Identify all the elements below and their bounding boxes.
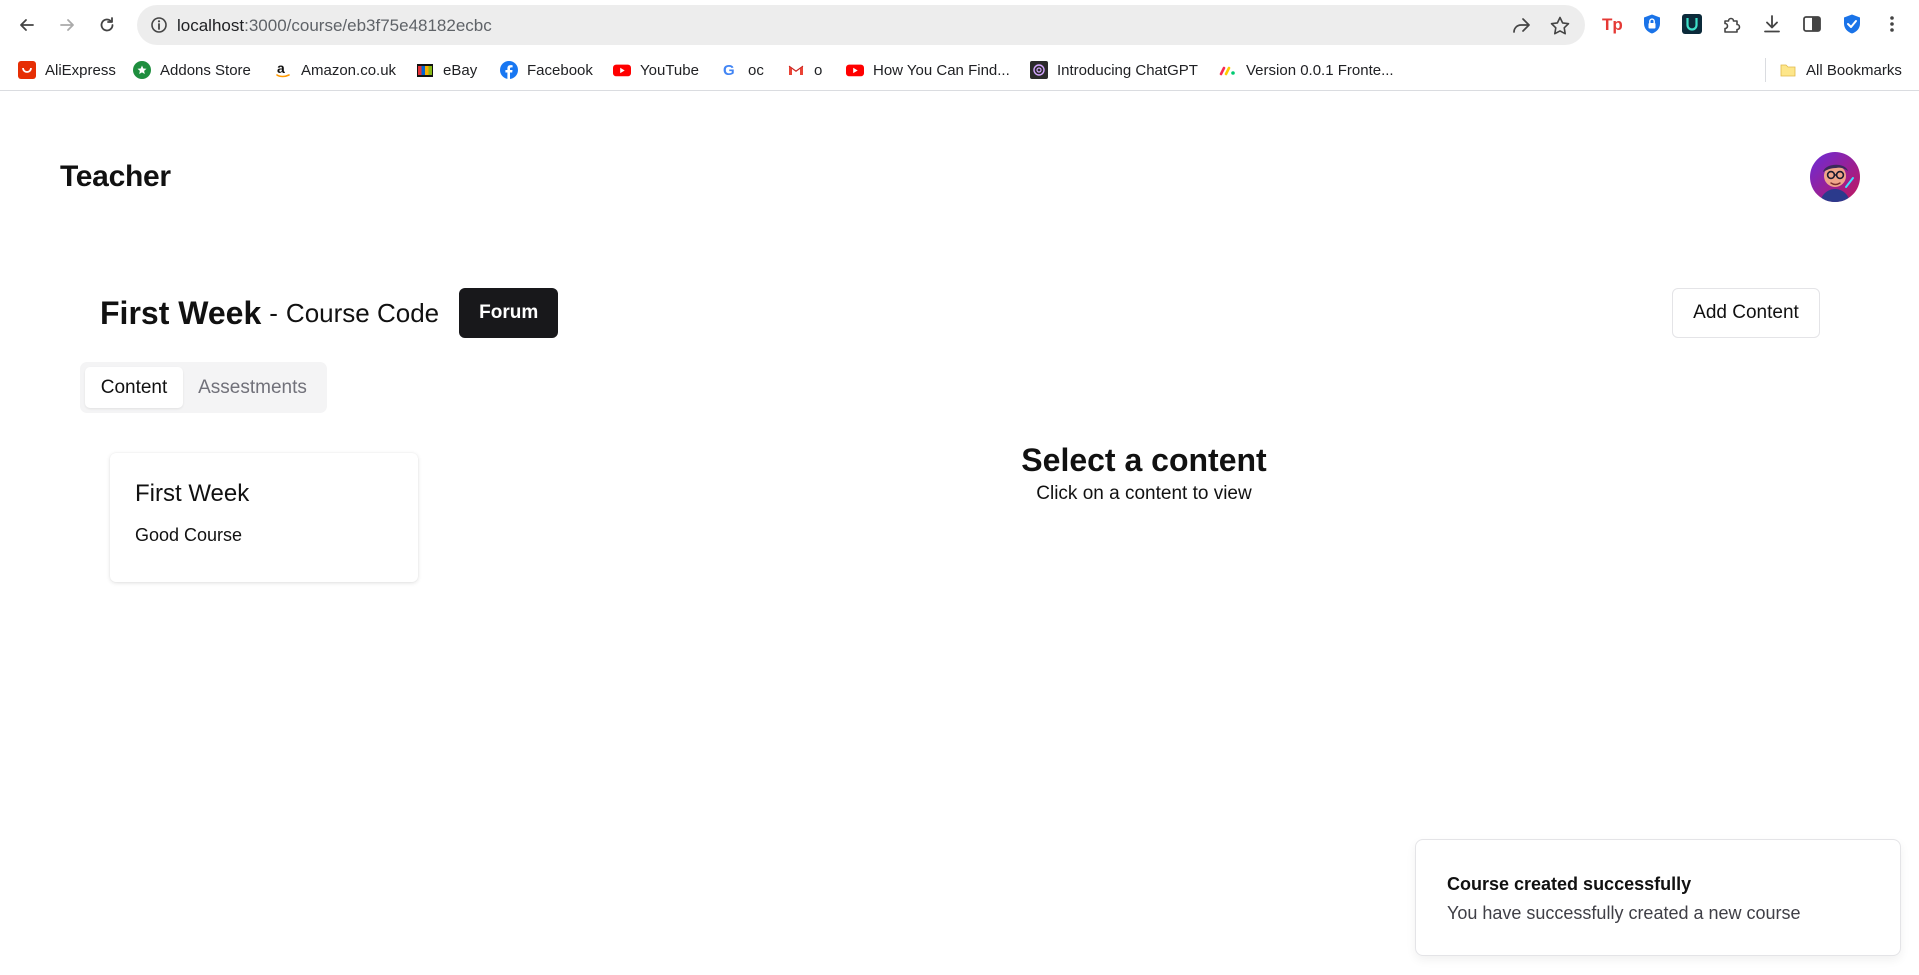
extension-shield-check-icon[interactable] xyxy=(1840,12,1864,36)
extension-tp-icon[interactable]: Tp xyxy=(1601,12,1625,36)
back-button[interactable] xyxy=(14,12,40,38)
bookmarks-bar: AliExpress Addons Store a Amazon.co.uk e… xyxy=(0,50,1919,91)
bookmark-ebay[interactable]: eBay xyxy=(416,58,477,82)
bookmark-chatgpt[interactable]: Introducing ChatGPT xyxy=(1030,58,1198,82)
tab-assessments[interactable]: Assestments xyxy=(186,367,319,408)
success-toast[interactable]: Course created successfully You have suc… xyxy=(1415,839,1901,956)
avatar-image xyxy=(1810,152,1860,202)
bookmark-google[interactable]: G oc xyxy=(721,58,764,82)
site-info-icon[interactable] xyxy=(149,15,169,35)
bookmark-version-frontend[interactable]: Version 0.0.1 Fronte... xyxy=(1219,58,1394,82)
bookmark-aliexpress[interactable]: AliExpress xyxy=(18,58,116,82)
address-bar[interactable]: localhost:3000/course/eb3f75e48182ecbc xyxy=(137,5,1585,45)
content-card-title: First Week xyxy=(135,480,250,507)
bookmark-gmail[interactable]: o xyxy=(787,58,822,82)
toast-description: You have successfully created a new cour… xyxy=(1447,903,1801,923)
toast-title: Course created successfully xyxy=(1447,874,1692,894)
app-title: Teacher xyxy=(60,160,171,193)
bookmarks-divider xyxy=(1765,58,1766,82)
forum-button[interactable]: Forum xyxy=(459,288,559,338)
arrow-right-icon xyxy=(60,19,74,31)
monday-icon xyxy=(1219,61,1237,79)
course-name: First Week xyxy=(100,294,262,331)
aliexpress-icon xyxy=(18,61,36,79)
course-tabs: Content Assestments xyxy=(80,362,327,413)
ebay-icon xyxy=(416,61,434,79)
reload-button[interactable] xyxy=(94,12,120,38)
amazon-icon: a xyxy=(274,61,292,79)
extension-lock-shield-icon[interactable] xyxy=(1640,12,1664,36)
folder-icon xyxy=(1779,61,1797,79)
share-icon[interactable] xyxy=(1510,15,1532,37)
all-bookmarks-button[interactable]: All Bookmarks xyxy=(1779,58,1902,82)
svg-text:Tp: Tp xyxy=(1602,15,1623,34)
youtube-icon xyxy=(613,61,631,79)
bookmark-amazon[interactable]: a Amazon.co.uk xyxy=(274,58,396,82)
browser-menu-icon[interactable] xyxy=(1880,12,1904,36)
facebook-icon xyxy=(500,61,518,79)
user-avatar[interactable] xyxy=(1810,152,1860,202)
star-icon[interactable] xyxy=(1549,15,1571,37)
forward-button[interactable] xyxy=(54,12,80,38)
svg-text:G: G xyxy=(723,62,735,79)
addons-store-icon xyxy=(133,61,151,79)
empty-state-title: Select a content xyxy=(1021,442,1267,478)
side-panel-icon[interactable] xyxy=(1800,12,1824,36)
bookmark-youtube[interactable]: YouTube xyxy=(613,58,699,82)
youtube-icon xyxy=(846,61,864,79)
chatgpt-icon xyxy=(1030,61,1048,79)
bookmark-addons-store[interactable]: Addons Store xyxy=(133,58,251,82)
content-card-description: Good Course xyxy=(135,525,243,545)
extension-u-icon[interactable] xyxy=(1680,12,1704,36)
content-card[interactable]: First Week Good Course xyxy=(110,453,418,582)
reload-icon xyxy=(100,17,114,32)
add-content-button[interactable]: Add Content xyxy=(1672,288,1820,338)
bookmark-how-you-can-find[interactable]: How You Can Find... xyxy=(846,58,1010,82)
download-icon[interactable] xyxy=(1760,12,1784,36)
course-code-label: Course Code xyxy=(285,297,440,328)
bookmark-facebook[interactable]: Facebook xyxy=(500,58,593,82)
course-header: First Week - Course Code Forum xyxy=(100,288,559,338)
google-icon: G xyxy=(721,61,739,79)
tab-content[interactable]: Content xyxy=(85,367,183,408)
url-text: localhost:3000/course/eb3f75e48182ecbc xyxy=(177,16,492,35)
arrow-left-icon xyxy=(20,19,34,31)
extensions-puzzle-icon[interactable] xyxy=(1720,12,1744,36)
course-separator: - xyxy=(269,297,278,328)
empty-state-subtitle: Click on a content to view xyxy=(1036,483,1252,504)
browser-toolbar: localhost:3000/course/eb3f75e48182ecbc T… xyxy=(0,0,1919,50)
svg-text:a: a xyxy=(277,61,285,76)
gmail-icon xyxy=(787,61,805,79)
content-empty-state: Select a content Click on a content to v… xyxy=(960,442,1328,505)
